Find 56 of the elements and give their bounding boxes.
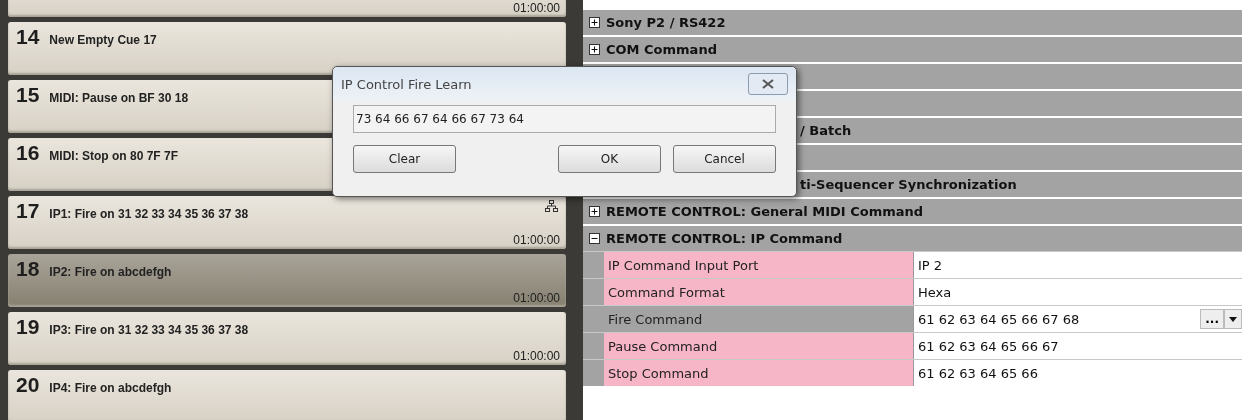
property-name[interactable]: Pause Command (604, 333, 914, 359)
section-title: / Batch (800, 123, 852, 138)
cue-card[interactable]: 20 IP4: Fire on abcdefgh (8, 370, 566, 420)
property-name[interactable]: IP Command Input Port (604, 252, 914, 278)
property-name[interactable]: Stop Command (604, 360, 914, 386)
section-header[interactable]: Sony P2 / RS422 (583, 8, 1242, 35)
cue-card[interactable]: 01:00:00 (8, 0, 566, 17)
close-button[interactable] (748, 73, 788, 95)
cue-number: 17 (16, 199, 40, 223)
command-input-field[interactable]: 73 64 66 67 64 66 67 73 64 (353, 105, 776, 133)
dialog-button[interactable]: Clear (353, 145, 456, 173)
section-header[interactable]: REMOTE CONTROL: General MIDI Command (583, 197, 1242, 224)
section-title: REMOTE CONTROL: General MIDI Command (606, 204, 924, 219)
cue-number: 18 (16, 257, 40, 281)
cue-card[interactable]: 18 IP2: Fire on abcdefgh 01:00:00 (8, 254, 566, 307)
section-header[interactable]: REMOTE CONTROL: IP Command (583, 224, 1242, 251)
cue-number: 20 (16, 373, 40, 397)
collapse-icon[interactable] (589, 233, 600, 244)
cue-card[interactable]: 19 IP3: Fire on 31 32 33 34 35 36 37 38 01:00:00 (8, 312, 566, 365)
cue-title: MIDI: Pause on BF 30 18 (49, 91, 189, 105)
cue-card[interactable]: 14 New Empty Cue 17 (8, 22, 566, 75)
cue-card[interactable]: 17 IP1: Fire on 31 32 33 34 35 36 37 38 01:00:00 (8, 196, 566, 249)
property-value: 61 62 63 64 65 66 (918, 365, 1039, 381)
cue-title: MIDI: Stop on 80 7F 7F (49, 149, 179, 163)
section-title: COM Command (606, 42, 717, 57)
section-title: Sony P2 / RS422 (606, 15, 726, 30)
property-name[interactable]: Command Format (604, 279, 914, 305)
cue-number: 19 (16, 315, 40, 339)
property-value: IP 2 (918, 257, 944, 273)
cue-title: IP2: Fire on abcdefgh (49, 265, 172, 279)
cue-time: 01:00:00 (513, 349, 560, 363)
section-title: ti-Sequencer Synchronization (800, 177, 1017, 192)
cue-title: IP3: Fire on 31 32 33 34 35 36 37 38 (49, 323, 249, 337)
dropdown-button[interactable] (1224, 309, 1242, 329)
dialog-button[interactable]: OK (558, 145, 661, 173)
cue-time: 01:00:00 (513, 291, 560, 305)
caret-icon (1229, 316, 1237, 322)
cue-title: New Empty Cue 17 (49, 33, 157, 47)
cue-title: IP1: Fire on 31 32 33 34 35 36 37 38 (49, 207, 249, 221)
expand-icon[interactable] (589, 44, 600, 55)
cue-time: 01:00:00 (513, 233, 560, 247)
expand-icon[interactable] (589, 206, 600, 217)
property-value: 61 62 63 64 65 66 67 (918, 338, 1060, 354)
section-title: REMOTE CONTROL: IP Command (606, 231, 843, 246)
expand-icon[interactable] (589, 17, 600, 28)
dialog-button[interactable]: Cancel (673, 145, 776, 173)
cue-number: 16 (16, 141, 40, 165)
cue-number: 15 (16, 83, 40, 107)
section-header[interactable]: COM Command (583, 35, 1242, 62)
cue-title: IP4: Fire on abcdefgh (49, 381, 172, 395)
close-icon (762, 79, 774, 89)
property-value: 61 62 63 64 65 66 67 68 (918, 311, 1081, 327)
cue-time: 01:00:00 (513, 1, 560, 15)
property-value: Hexa (918, 284, 953, 300)
browse-button[interactable]: ... (1200, 309, 1224, 329)
cue-number: 14 (16, 25, 40, 49)
